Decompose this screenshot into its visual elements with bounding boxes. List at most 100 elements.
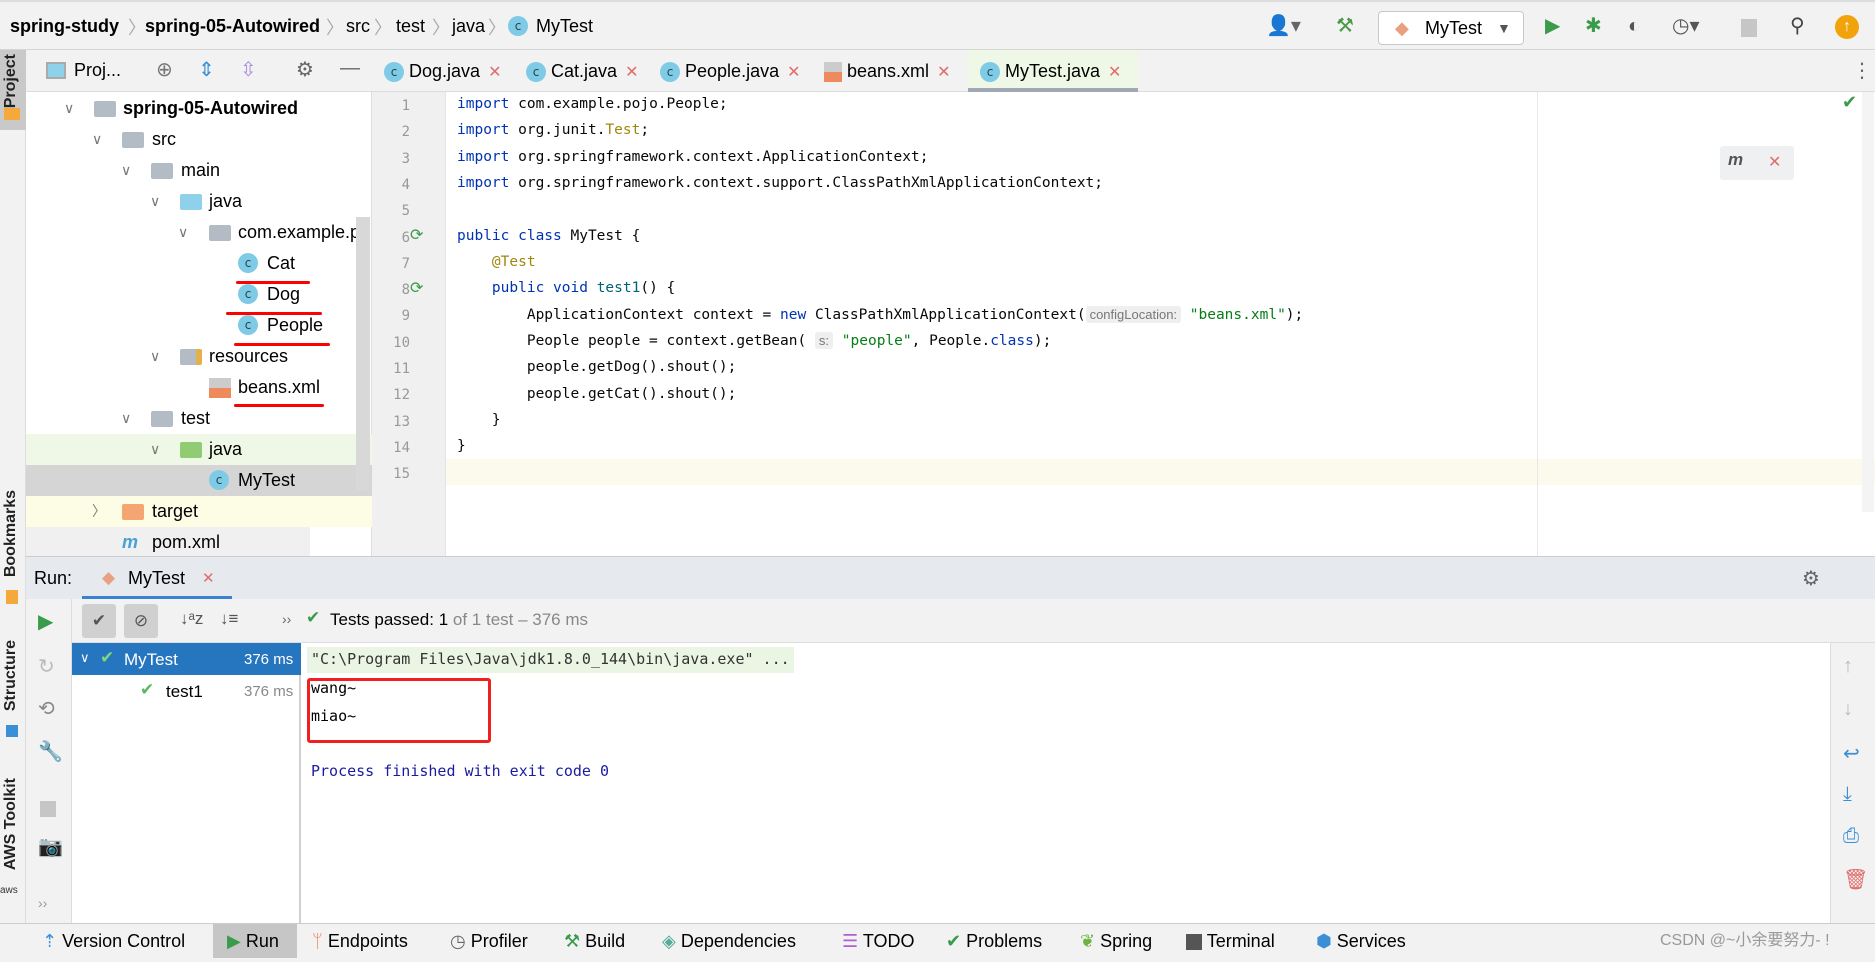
user-icon[interactable]: 👤▾ — [1266, 14, 1301, 38]
locate-icon[interactable]: ⊕ — [156, 58, 173, 82]
arrow-up-icon[interactable]: ↑ — [1843, 655, 1853, 678]
wrench-icon[interactable]: 🔧 — [38, 739, 63, 764]
tool-version-control[interactable]: ⇡ Version Control — [42, 924, 185, 958]
scroll-to-end-icon[interactable]: ⤓ — [1843, 783, 1852, 806]
tree-item-main-java[interactable]: ∨ java — [26, 186, 372, 217]
rerun-failed-icon[interactable]: ↻ — [38, 654, 55, 679]
hide-icon[interactable]: — — [340, 56, 360, 80]
search-icon[interactable]: ⚲ — [1790, 14, 1805, 38]
tree-item-mytest[interactable]: c MyTest — [26, 465, 372, 496]
scrollbar[interactable] — [356, 217, 370, 490]
screenshot-icon[interactable]: 📷 — [38, 834, 63, 859]
breadcrumb-file[interactable]: MyTest — [536, 16, 593, 37]
tool-build[interactable]: ⚒ Build — [564, 924, 625, 958]
print-icon[interactable]: ⎙ — [1843, 825, 1859, 848]
run-tab-mytest[interactable]: ◆ MyTest ✕ — [82, 557, 232, 599]
arrow-down-icon[interactable]: ↓ — [1843, 698, 1853, 721]
sort-alpha-icon[interactable]: ↓ᵃz — [180, 609, 203, 629]
tree-item-test[interactable]: ∨ test — [26, 403, 372, 434]
tool-services[interactable]: ⬢ Services — [1316, 924, 1406, 958]
soft-wrap-icon[interactable]: ↩ — [1843, 741, 1860, 766]
collapse-all-icon[interactable]: ⇳ — [240, 58, 257, 82]
trash-icon[interactable]: 🗑 — [1843, 867, 1868, 892]
tool-spring[interactable]: ❦ Spring — [1080, 924, 1152, 958]
console-output[interactable]: "C:\Program Files\Java\jdk1.8.0_144\bin\… — [305, 643, 1830, 924]
code-editor[interactable]: 1 2 3 4 5 6 7 8 9 10 11 12 13 14 15 ⟳ ⟳ import com.exa… — [372, 92, 1875, 556]
more-icon[interactable]: ⋮ — [1852, 58, 1872, 83]
no-problems-check-icon[interactable]: ✔ — [1842, 92, 1857, 113]
tree-item-package[interactable]: ∨ com.example.pc — [26, 217, 372, 248]
tree-item-test-java[interactable]: ∨ java — [26, 434, 372, 465]
close-icon[interactable]: ✕ — [1768, 152, 1781, 172]
show-passed-icon[interactable]: ✔ — [82, 604, 116, 638]
tree-item-pom[interactable]: m pom.xml — [26, 527, 310, 558]
editor-scrollbar[interactable] — [1862, 92, 1874, 512]
close-icon[interactable]: ✕ — [488, 64, 501, 81]
aws-toolkit-tool-button[interactable]: AWS Toolkit — [2, 778, 20, 870]
close-icon[interactable]: ✕ — [787, 64, 800, 81]
line-number: 5 — [401, 203, 410, 220]
bookmarks-tool-button[interactable]: Bookmarks — [2, 490, 20, 577]
gear-icon[interactable]: ⚙ — [296, 58, 314, 82]
console-side-toolbar: ↑ ↓ ↩ ⤓ ⎙ 🗑 — [1830, 643, 1875, 924]
tab-beans-xml[interactable]: beans.xml ✕ — [812, 50, 950, 92]
tool-problems[interactable]: ✔ Problems — [946, 924, 1042, 958]
hammer-icon[interactable]: ⚒ — [1336, 14, 1354, 38]
stop-icon[interactable] — [1741, 19, 1757, 37]
project-tool-button[interactable]: Project — [0, 50, 26, 130]
breadcrumb-test[interactable]: test — [396, 16, 425, 37]
stop-icon[interactable] — [40, 801, 56, 817]
expand-all-icon[interactable]: ⇕ — [198, 58, 215, 82]
tree-item-cat[interactable]: c Cat — [26, 248, 372, 279]
left-tool-strip: Project Bookmarks Structure AWS Toolkit … — [0, 50, 26, 923]
more-icon[interactable]: ›› — [38, 895, 47, 911]
run-config-select[interactable]: ◆ MyTest ▼ — [1378, 11, 1524, 45]
tool-dependencies[interactable]: ◈ Dependencies — [662, 924, 796, 958]
debug-icon[interactable]: ✱ — [1585, 14, 1602, 38]
run-gutter-icon[interactable]: ⟳ — [410, 225, 423, 245]
close-icon[interactable]: ✕ — [625, 64, 638, 81]
close-icon[interactable]: ✕ — [1108, 64, 1121, 81]
maven-reload-widget[interactable]: m ✕ — [1720, 146, 1794, 180]
tab-people-java[interactable]: c People.java ✕ — [648, 50, 801, 92]
toggle-auto-test-icon[interactable]: ⟲ — [38, 696, 55, 721]
more-icon[interactable]: ›› — [282, 611, 291, 627]
rerun-icon[interactable]: ▶ — [38, 609, 53, 634]
close-icon[interactable]: ✕ — [202, 569, 215, 587]
tree-item-dog[interactable]: c Dog — [26, 279, 372, 310]
tab-cat-java[interactable]: c Cat.java ✕ — [514, 50, 638, 92]
tree-item-main[interactable]: ∨ main — [26, 155, 372, 186]
maven-reload-icon[interactable]: m — [1728, 150, 1743, 170]
class-icon: c — [238, 315, 258, 335]
breadcrumb-project[interactable]: spring-study — [10, 16, 119, 37]
sort-duration-icon[interactable]: ↓≡ — [220, 609, 238, 629]
gear-icon[interactable]: ⚙ — [1802, 566, 1820, 591]
profiler-icon[interactable]: ◷▾ — [1672, 14, 1700, 38]
breadcrumb-module[interactable]: spring-05-Autowired — [145, 16, 320, 37]
run-gutter-icon[interactable]: ⟳ — [410, 278, 423, 298]
coverage-icon[interactable]: ◐ — [1628, 14, 1640, 38]
tree-item-beans-xml[interactable]: beans.xml — [26, 372, 372, 403]
project-view-select[interactable]: Proj... — [74, 60, 121, 81]
close-icon[interactable]: ✕ — [937, 64, 950, 81]
tool-profiler[interactable]: ◷ Profiler — [450, 924, 528, 958]
tool-terminal[interactable]: Terminal — [1186, 924, 1275, 958]
test-suite-row[interactable]: ∨ ✔ MyTest 376 ms — [72, 643, 301, 675]
tree-item-module[interactable]: ∨ spring-05-Autowired — [26, 93, 372, 124]
show-ignored-icon[interactable]: ⊘ — [124, 604, 158, 638]
tree-item-src[interactable]: ∨ src — [26, 124, 372, 155]
tree-label: main — [181, 160, 221, 180]
breadcrumb-java[interactable]: java — [452, 16, 485, 37]
tool-endpoints[interactable]: ᛘ Endpoints — [312, 924, 408, 958]
tree-label: src — [152, 129, 176, 149]
tab-mytest-java[interactable]: c MyTest.java ✕ — [968, 50, 1138, 92]
tab-dog-java[interactable]: c Dog.java ✕ — [372, 50, 501, 92]
run-icon[interactable]: ▶ — [1545, 14, 1560, 38]
tool-run[interactable]: ▶ Run — [213, 924, 297, 958]
update-icon[interactable]: ↑ — [1835, 15, 1859, 39]
tree-item-target[interactable]: 〉 target — [26, 496, 372, 527]
breadcrumb-src[interactable]: src — [346, 16, 370, 37]
test-case-row[interactable]: ✔ test1 376 ms — [72, 675, 301, 707]
structure-tool-button[interactable]: Structure — [2, 640, 20, 711]
tool-todo[interactable]: ☰ TODO — [842, 924, 915, 958]
